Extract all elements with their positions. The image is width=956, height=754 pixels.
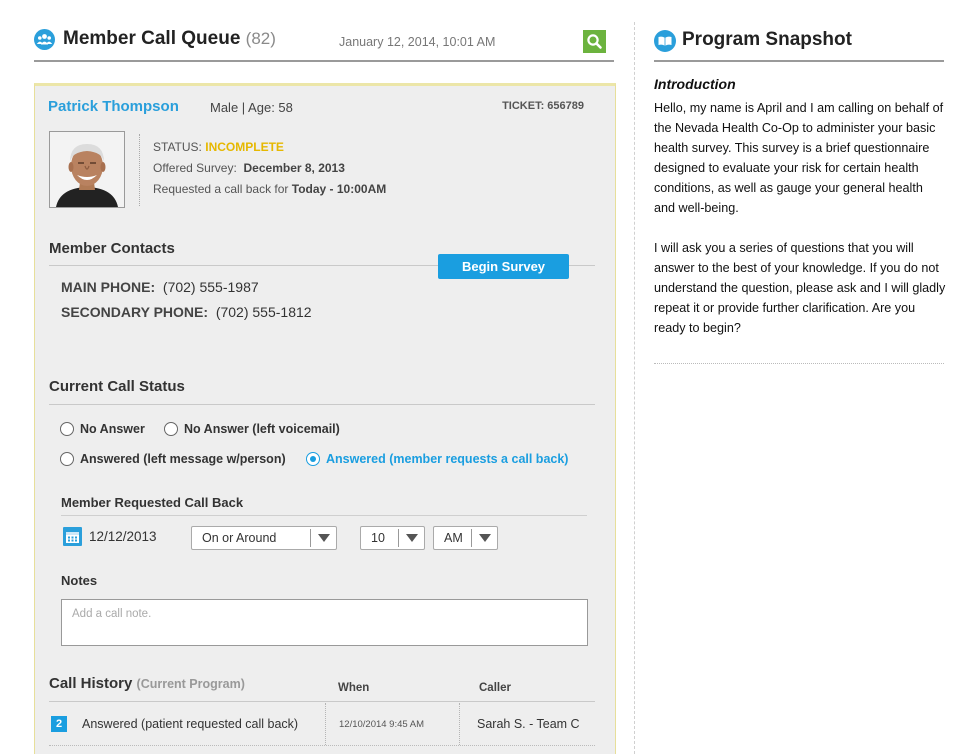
avatar [49,131,125,208]
search-icon [587,34,602,49]
radio-no-answer[interactable]: No Answer [60,422,145,436]
radio-label: No Answer (left voicemail) [184,422,340,436]
notes-field[interactable] [61,599,588,646]
row-number-badge: 2 [51,716,67,732]
main-phone-value: (702) 555-1987 [162,279,259,295]
main-phone: MAIN PHONE: (702) 555-1987 [61,279,259,295]
search-button[interactable] [583,30,606,53]
people-group-icon [34,29,55,50]
column-divider [459,703,460,745]
radio-answered-callback[interactable]: Answered (member requests a call back) [306,452,568,466]
contacts-heading: Member Contacts [49,240,175,257]
column-header-when: When [338,682,370,694]
snapshot-title: Program Snapshot [682,29,852,50]
avatar-separator [139,134,140,206]
intro-heading: Introduction [654,76,736,92]
callback-request: Requested a call back for Today - 10:00A… [153,182,386,196]
snapshot-separator [654,363,944,364]
snapshot-header: Program Snapshot [654,29,944,62]
call-history-heading: Call History (Current Program) [49,675,245,692]
call-status-heading: Current Call Status [49,378,185,395]
call-history-title: Call History [49,675,133,692]
callback-divider [61,515,587,516]
call-status-divider [49,404,595,405]
panel-divider [634,22,635,754]
timing-value: On or Around [202,531,277,545]
radio-label: No Answer [80,422,145,436]
intro-script: Hello, my name is April and I am calling… [654,98,946,358]
member-name-link[interactable]: Patrick Thompson [48,98,179,115]
radio-circle[interactable] [60,422,74,436]
call-note-input[interactable] [62,600,587,645]
offered-date: December 8, 2013 [243,161,345,175]
page-title: Member Call Queue (82) [63,28,276,50]
offered-survey: Offered Survey: December 8, 2013 [153,161,345,175]
current-datetime: January 12, 2014, 10:01 AM [339,35,496,49]
queue-header: Member Call Queue (82) January 12, 2014,… [34,28,614,62]
row-caller: Sarah S. - Team C [477,717,580,731]
offered-label: Offered Survey: [153,161,237,175]
member-demographics: Male | Age: 58 [210,100,293,115]
ampm-value: AM [444,531,463,545]
secondary-phone-value: (702) 555-1812 [215,304,312,320]
callback-heading: Member Requested Call Back [61,495,244,510]
row-when: 12/10/2014 9:45 AM [339,719,425,730]
status-badge: INCOMPLETE [205,140,284,154]
secondary-phone-label: SECONDARY PHONE: [61,304,209,320]
radio-label: Answered (left message w/person) [80,452,286,466]
ampm-select[interactable]: AM [433,526,498,550]
begin-survey-button[interactable]: Begin Survey [438,254,569,279]
radio-label: Answered (member requests a call back) [326,452,569,466]
table-row[interactable]: 2 Answered (patient requested call back)… [49,703,595,745]
notes-heading: Notes [61,573,98,588]
call-history-subtitle: (Current Program) [136,677,245,691]
chevron-down-icon [398,529,424,547]
intro-paragraph: Hello, my name is April and I am calling… [654,101,944,215]
column-header-caller: Caller [479,682,511,694]
survey-status: STATUS: INCOMPLETE [153,140,284,154]
ticket-number: TICKET: 656789 [502,100,584,112]
history-divider [49,701,595,702]
chevron-down-icon [471,529,497,547]
member-card: Patrick Thompson Male | Age: 58 TICKET: … [34,83,616,754]
callback-label: Requested a call back for [153,182,289,196]
hour-select[interactable]: 10 [360,526,425,550]
intro-paragraph: I will ask you a series of questions tha… [654,241,946,335]
hour-value: 10 [371,531,385,545]
history-row-divider [49,745,595,746]
callback-date-field[interactable]: 12/12/2013 [89,529,157,544]
radio-circle[interactable] [60,452,74,466]
timing-select[interactable]: On or Around [191,526,337,550]
queue-count: (82) [245,29,276,48]
radio-no-answer-voicemail[interactable]: No Answer (left voicemail) [164,422,340,436]
chevron-down-icon [310,529,336,547]
radio-circle[interactable] [306,452,320,466]
row-status: Answered (patient requested call back) [82,717,299,731]
status-label: STATUS: [153,140,202,154]
callback-time: Today - 10:00AM [291,182,387,196]
open-book-icon [654,30,676,52]
column-divider [325,703,326,745]
main-phone-label: MAIN PHONE: [61,279,156,295]
radio-circle[interactable] [164,422,178,436]
calendar-icon[interactable] [63,527,82,546]
queue-title: Member Call Queue [63,28,241,49]
secondary-phone: SECONDARY PHONE: (702) 555-1812 [61,304,312,320]
radio-answered-left-message[interactable]: Answered (left message w/person) [60,452,286,466]
